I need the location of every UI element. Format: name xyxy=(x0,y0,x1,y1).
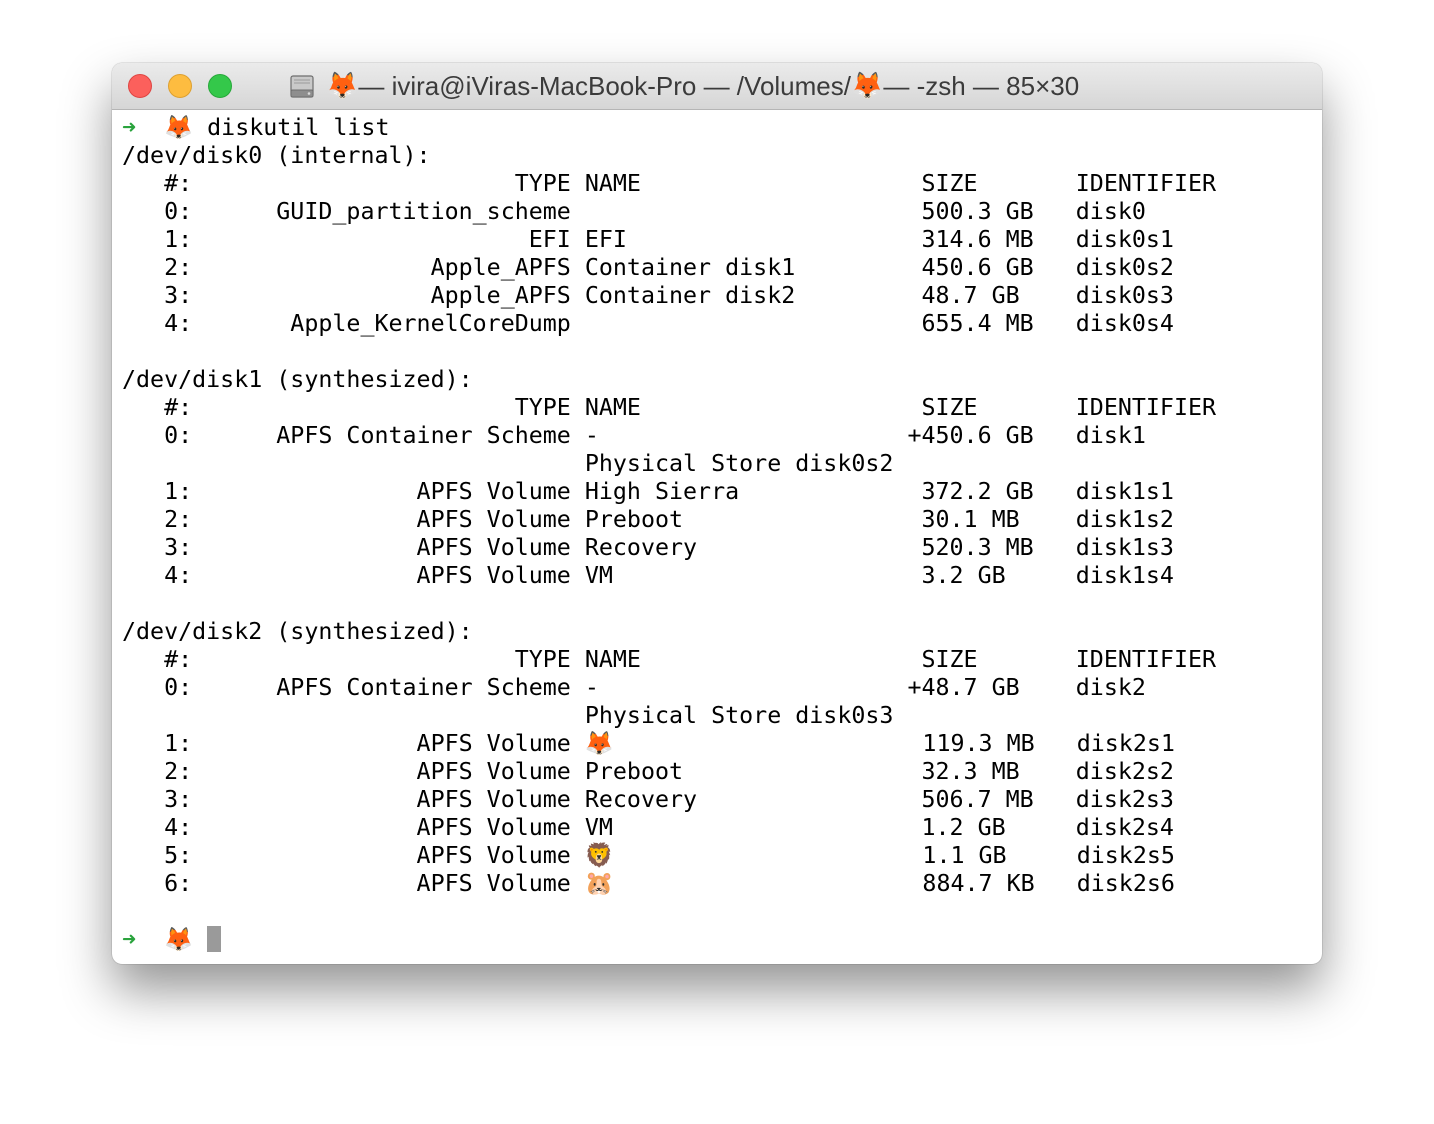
output-line: 0: GUID_partition_scheme 500.3 GB disk0 xyxy=(122,198,1146,225)
output-line: 2: Apple_APFS Container disk1 450.6 GB d… xyxy=(122,254,1174,281)
output-line: Physical Store disk0s2 xyxy=(122,450,894,477)
output-line: 2: APFS Volume Preboot 32.3 MB disk2s2 xyxy=(122,758,1174,785)
title-text-shell-size: — -zsh — 85×30 xyxy=(883,70,1080,101)
prompt-line[interactable]: ➜ 🦊 xyxy=(122,926,1312,954)
minimize-button[interactable] xyxy=(168,74,192,98)
output-line: /dev/disk2 (synthesized): xyxy=(122,618,473,645)
text-cursor xyxy=(207,926,222,952)
output-line: 5: APFS Volume 🦁 1.1 GB disk2s5 xyxy=(122,842,1175,869)
prompt-fox-icon: 🦊 xyxy=(164,114,194,141)
prompt-arrow-icon: ➜ xyxy=(122,926,137,953)
title-bar[interactable]: 🦊 — ivira@iViras-MacBook-Pro — /Volumes/… xyxy=(112,63,1322,110)
output-line: /dev/disk0 (internal): xyxy=(122,142,431,169)
close-button[interactable] xyxy=(128,74,152,98)
prompt-arrow-icon: ➜ xyxy=(122,114,137,141)
output-line: #: TYPE NAME SIZE IDENTIFIER xyxy=(122,170,1217,197)
title-fox-emoji: 🦊 xyxy=(326,71,359,101)
output-line: #: TYPE NAME SIZE IDENTIFIER xyxy=(122,646,1217,673)
output-line: 1: APFS Volume 🦊 119.3 MB disk2s1 xyxy=(122,730,1175,757)
output-line: 4: APFS Volume VM 3.2 GB disk1s4 xyxy=(122,562,1174,589)
output-line: 1: EFI EFI 314.6 MB disk0s1 xyxy=(122,226,1174,253)
output-line: #: TYPE NAME SIZE IDENTIFIER xyxy=(122,394,1217,421)
output-line: 6: APFS Volume 🐹 884.7 KB disk2s6 xyxy=(122,870,1175,897)
output-line: 0: APFS Container Scheme - +450.6 GB dis… xyxy=(122,422,1146,449)
output-line: 4: Apple_KernelCoreDump 655.4 MB disk0s4 xyxy=(122,310,1174,337)
terminal-output[interactable]: ➜ 🦊 diskutil list /dev/disk0 (internal):… xyxy=(122,114,1312,954)
title-fox-emoji-path: 🦊 xyxy=(850,71,884,101)
output-line: 4: APFS Volume VM 1.2 GB disk2s4 xyxy=(122,814,1174,841)
output-line: 0: APFS Container Scheme - +48.7 GB disk… xyxy=(122,674,1146,701)
command-text: diskutil list xyxy=(207,114,390,141)
zoom-button[interactable] xyxy=(208,74,232,98)
command-line: ➜ 🦊 diskutil list xyxy=(122,114,1312,142)
output-line: Physical Store disk0s3 xyxy=(122,702,894,729)
output-line: 1: APFS Volume High Sierra 372.2 GB disk… xyxy=(122,478,1174,505)
output-line: /dev/disk1 (synthesized): xyxy=(122,366,473,393)
output-line: 2: APFS Volume Preboot 30.1 MB disk1s2 xyxy=(122,506,1174,533)
output-line: 3: APFS Volume Recovery 506.7 MB disk2s3 xyxy=(122,786,1174,813)
output-line: 3: APFS Volume Recovery 520.3 MB disk1s3 xyxy=(122,534,1174,561)
hard-drive-icon xyxy=(290,75,314,98)
output-line: 3: Apple_APFS Container disk2 48.7 GB di… xyxy=(122,282,1174,309)
prompt-fox-icon: 🦊 xyxy=(164,926,194,953)
terminal-window: 🦊 — ivira@iViras-MacBook-Pro — /Volumes/… xyxy=(112,63,1322,964)
title-text-host-path: — ivira@iViras-MacBook-Pro — /Volumes/ xyxy=(358,70,851,101)
window-title: 🦊 — ivira@iViras-MacBook-Pro — /Volumes/… xyxy=(288,70,1079,102)
